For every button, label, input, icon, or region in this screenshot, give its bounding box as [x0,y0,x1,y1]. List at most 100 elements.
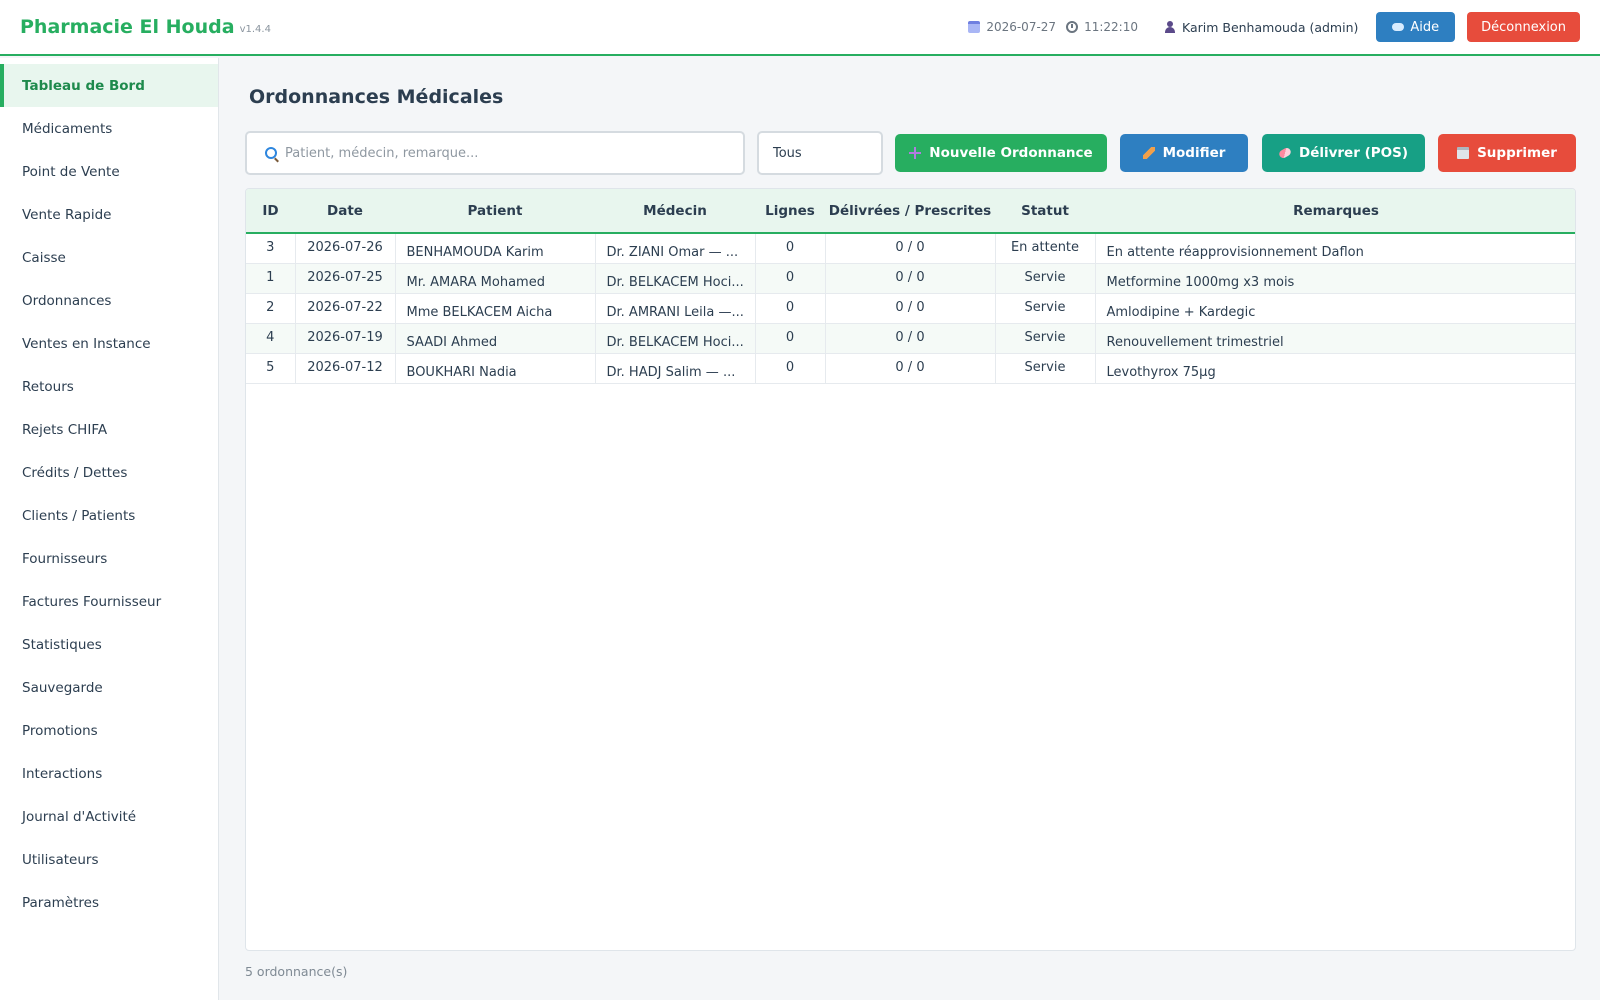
header-right: 2026-07-27 11:22:10 Karim Benhamouda (ad… [968,12,1580,42]
cell-date: 2026-07-26 [295,233,396,263]
sidebar-item-tableau-de-bord[interactable]: Tableau de Bord [0,64,218,107]
cell-id: 4 [246,323,296,353]
sidebar-item-statistiques[interactable]: Statistiques [0,623,218,666]
user-icon [1164,21,1176,33]
column-header-id[interactable]: ID [246,189,295,233]
sidebar-item-parametres[interactable]: Paramètres [0,881,218,924]
cell-id: 3 [246,233,296,263]
table-row[interactable]: 1 2026-07-25 Mr. AMARA Mohamed Dr. BELKA… [246,263,1575,293]
sidebar-item-sauvegarde[interactable]: Sauvegarde [0,666,218,709]
cell-statut: Servie [995,263,1096,293]
column-header-date[interactable]: Date [295,189,395,233]
sidebar-item-medicaments[interactable]: Médicaments [0,107,218,150]
edit-label: Modifier [1162,145,1226,161]
cell-date: 2026-07-19 [295,323,396,353]
record-count: 5 ordonnance(s) [245,964,348,979]
cell-date: 2026-07-22 [295,293,396,323]
date-display: 2026-07-27 [968,20,1056,34]
table-row[interactable]: 5 2026-07-12 BOUKHARI Nadia Dr. HADJ Sal… [246,353,1575,383]
sidebar-item-ordonnances[interactable]: Ordonnances [0,279,218,322]
cell-lignes: 0 [755,353,826,383]
cell-patient: Mr. AMARA Mohamed [395,263,596,293]
delete-label: Supprimer [1477,145,1557,161]
cell-id: 1 [246,263,296,293]
cell-patient: SAADI Ahmed [395,323,596,353]
table-row[interactable]: 3 2026-07-26 BENHAMOUDA Karim Dr. ZIANI … [246,233,1575,263]
cell-id: 2 [246,293,296,323]
edit-button[interactable]: Modifier [1120,134,1248,172]
cell-patient: BOUKHARI Nadia [395,353,596,383]
trash-icon [1457,147,1470,159]
cell-medecin: Dr. BELKACEM Hoci... [595,323,756,353]
table-row[interactable]: 4 2026-07-19 SAADI Ahmed Dr. BELKACEM Ho… [246,323,1575,353]
pencil-icon [1142,147,1155,159]
sidebar: Tableau de Bord Médicaments Point de Ven… [0,58,219,1000]
delete-button[interactable]: Supprimer [1438,134,1576,172]
cell-statut: Servie [995,323,1096,353]
cell-medecin: Dr. ZIANI Omar — ... [595,233,756,263]
help-button[interactable]: Aide [1376,12,1456,42]
cell-delivrees: 0 / 0 [825,323,996,353]
deliver-label: Délivrer (POS) [1298,145,1409,161]
cell-statut: En attente [995,233,1096,263]
column-header-delivrees-prescrites[interactable]: Délivrées / Prescrites [825,189,995,233]
top-header: Pharmacie El Houda v1.4.4 2026-07-27 11:… [0,0,1600,56]
sidebar-item-promotions[interactable]: Promotions [0,709,218,752]
sidebar-item-utilisateurs[interactable]: Utilisateurs [0,838,218,881]
new-prescription-button[interactable]: Nouvelle Ordonnance [895,134,1107,172]
page-title: Ordonnances Médicales [249,86,504,108]
column-header-medecin[interactable]: Médecin [595,189,755,233]
sidebar-item-credits-dettes[interactable]: Crédits / Dettes [0,451,218,494]
sidebar-item-point-de-vente[interactable]: Point de Vente [0,150,218,193]
logout-button[interactable]: Déconnexion [1467,12,1580,42]
cell-delivrees: 0 / 0 [825,233,996,263]
search-input[interactable] [285,145,725,161]
cell-id: 5 [246,353,296,383]
status-filter-select[interactable]: Tous [757,131,883,175]
sidebar-item-ventes-en-instance[interactable]: Ventes en Instance [0,322,218,365]
cell-lignes: 0 [755,323,826,353]
column-header-patient[interactable]: Patient [395,189,595,233]
sidebar-item-rejets-chifa[interactable]: Rejets CHIFA [0,408,218,451]
column-header-remarques[interactable]: Remarques [1095,189,1575,233]
sidebar-item-journal-activite[interactable]: Journal d'Activité [0,795,218,838]
cell-delivrees: 0 / 0 [825,263,996,293]
cell-delivrees: 0 / 0 [825,353,996,383]
sidebar-item-retours[interactable]: Retours [0,365,218,408]
cell-statut: Servie [995,293,1096,323]
cell-lignes: 0 [755,293,826,323]
cell-lignes: 0 [755,263,826,293]
cell-remarques: En attente réapprovisionnement Daflon [1106,244,1364,260]
app-version: v1.4.4 [239,24,271,35]
cell-date: 2026-07-25 [295,263,396,293]
clock-icon [1066,21,1079,33]
cell-medecin: Dr. AMRANI Leila —... [595,293,756,323]
sidebar-item-clients-patients[interactable]: Clients / Patients [0,494,218,537]
search-box[interactable] [245,131,745,175]
column-header-lignes[interactable]: Lignes [755,189,825,233]
cell-medecin: Dr. BELKACEM Hoci... [595,263,756,293]
sidebar-item-fournisseurs[interactable]: Fournisseurs [0,537,218,580]
plus-icon [909,147,922,159]
cell-delivrees: 0 / 0 [825,293,996,323]
time-display: 11:22:10 [1066,20,1138,34]
cell-remarques: Levothyrox 75µg [1106,364,1216,380]
help-label: Aide [1410,19,1440,35]
pill-icon [1277,146,1293,160]
current-user: Karim Benhamouda (admin) [1164,20,1358,35]
current-time: 11:22:10 [1084,20,1138,34]
search-icon [265,147,277,159]
sidebar-item-caisse[interactable]: Caisse [0,236,218,279]
cell-remarques: Metformine 1000mg x3 mois [1106,274,1295,290]
sidebar-item-vente-rapide[interactable]: Vente Rapide [0,193,218,236]
cell-patient: Mme BELKACEM Aicha [395,293,596,323]
sidebar-item-factures-fournisseur[interactable]: Factures Fournisseur [0,580,218,623]
table-row[interactable]: 2 2026-07-22 Mme BELKACEM Aicha Dr. AMRA… [246,293,1575,323]
speech-bubble-icon [1392,23,1405,31]
cell-medecin: Dr. HADJ Salim — ... [595,353,756,383]
sidebar-item-interactions[interactable]: Interactions [0,752,218,795]
column-header-statut[interactable]: Statut [995,189,1095,233]
prescriptions-table: ID Date Patient Médecin Lignes Délivrées… [245,188,1576,951]
deliver-pos-button[interactable]: Délivrer (POS) [1262,134,1425,172]
cell-statut: Servie [995,353,1096,383]
